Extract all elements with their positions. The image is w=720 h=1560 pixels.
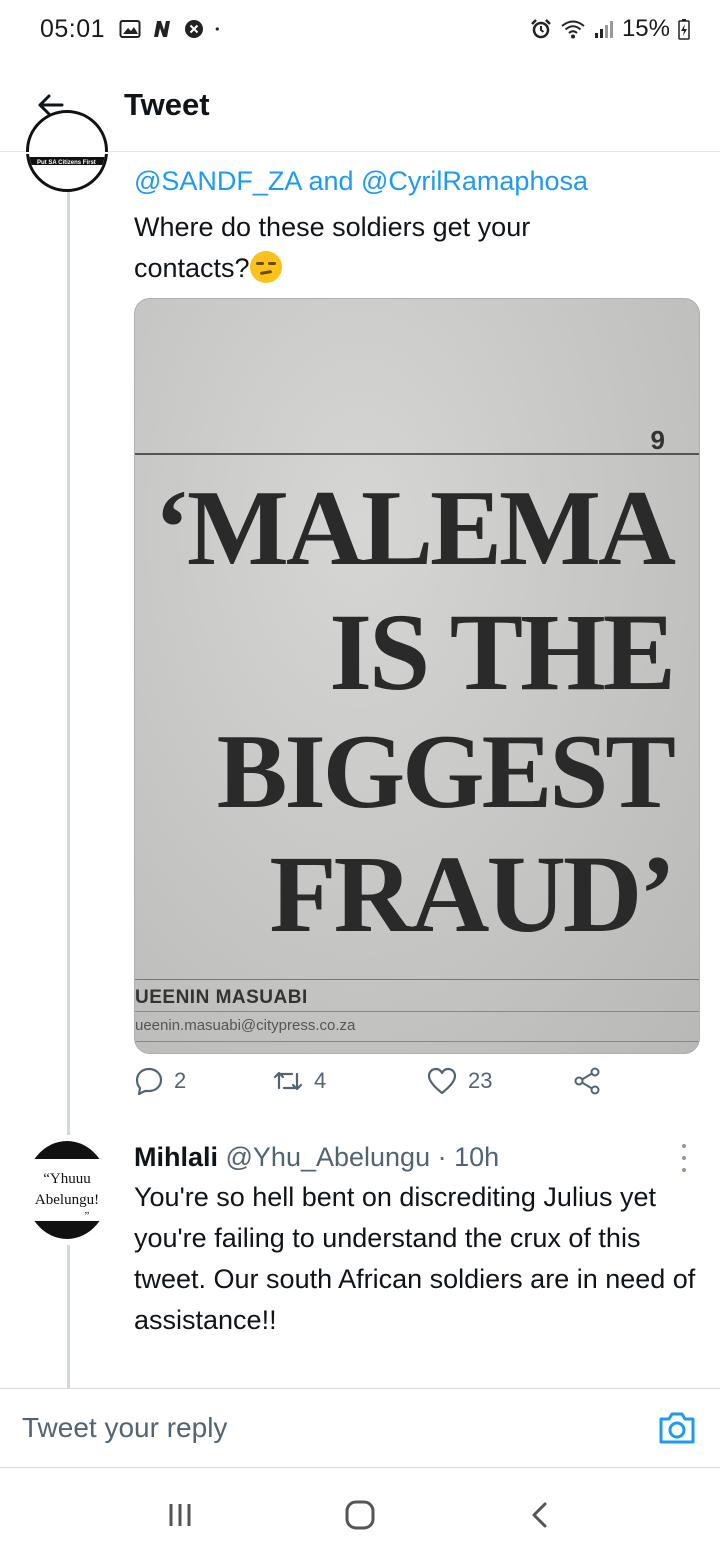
image-byline: UEENIN MASUABI <box>135 987 308 1008</box>
tweet-actions: 2 4 23 <box>134 1066 700 1110</box>
system-nav-bar <box>0 1470 720 1560</box>
image-headline-line: IS THE <box>329 591 676 713</box>
thread-line-bottom <box>67 1245 70 1388</box>
back-icon <box>532 1502 547 1528</box>
reply-header: Mihlali @Yhu_Abelungu · 10h <box>134 1138 499 1176</box>
thread-line-top <box>67 185 70 1135</box>
recent-apps-button[interactable] <box>150 1485 210 1545</box>
image-headline-line: FRAUD’ <box>269 833 676 955</box>
wifi-icon <box>561 20 585 39</box>
image-headline-line: ‘MALEMA <box>154 469 676 588</box>
mention-line: @SANDF_ZA and @CyrilRamaphosa <box>134 161 588 202</box>
status-bar: 05:01 15% <box>0 0 720 58</box>
avatar-text: Put SA Citizens First <box>37 160 96 166</box>
battery-charging-icon <box>678 19 690 40</box>
reply-icon <box>135 1067 163 1096</box>
avatar-cap-bottom <box>25 1221 109 1239</box>
reply-handle-time[interactable]: @Yhu_Abelungu · 10h <box>218 1142 500 1172</box>
recent-apps-icon <box>169 1504 191 1526</box>
image-rule <box>135 1011 699 1012</box>
page-title: Tweet <box>124 86 210 122</box>
app-bar-cover <box>0 152 720 154</box>
smirk-emoji-icon <box>249 251 282 283</box>
reply-input[interactable] <box>22 1412 656 1444</box>
camera-button[interactable] <box>656 1407 698 1449</box>
signal-icon <box>594 21 613 38</box>
avatar-cap-top <box>25 1141 109 1159</box>
reply-author-name[interactable]: Mihlali <box>134 1142 218 1172</box>
home-icon <box>345 1500 375 1530</box>
system-back-button[interactable] <box>510 1485 570 1545</box>
tweet-image[interactable]: 9 ‘MALEMA IS THE BIGGEST FRAUD’ UEENIN M… <box>134 298 700 1054</box>
home-button[interactable] <box>330 1485 390 1545</box>
status-left-icons <box>119 18 225 40</box>
like-count: 23 <box>468 1068 493 1093</box>
n-icon <box>154 21 171 37</box>
share-icon <box>574 1067 600 1095</box>
image-page-number: 9 <box>650 425 665 455</box>
avatar-text: “Yhuuu Abelungu! ” <box>25 1169 109 1222</box>
reply-composer <box>0 1388 720 1468</box>
avatar-text-line: ” <box>84 1210 90 1222</box>
dot-icon <box>215 27 219 31</box>
avatar[interactable]: Put SA Citizens First <box>26 110 108 192</box>
reply-avatar[interactable]: “Yhuuu Abelungu! ” <box>25 1141 109 1239</box>
avatar-text-line: Abelungu! <box>34 1192 100 1208</box>
tweet-body: Where do these soldiers get your contact… <box>134 207 614 289</box>
reply-button[interactable]: 2 <box>134 1066 186 1096</box>
status-right: 15% <box>530 15 690 43</box>
retweet-button[interactable]: 4 <box>272 1066 326 1096</box>
image-rule <box>135 1041 699 1042</box>
image-rule <box>135 979 699 980</box>
alarm-icon <box>531 19 551 39</box>
share-button[interactable] <box>572 1066 602 1096</box>
close-circle-icon <box>185 20 204 38</box>
mention-link[interactable]: @CyrilRamaphosa <box>361 166 588 196</box>
avatar-text-line: “Yhuuu <box>43 1171 91 1187</box>
retweet-count: 4 <box>314 1068 327 1093</box>
mention-joiner: and <box>300 166 362 196</box>
battery-text: 15% <box>621 15 670 42</box>
status-time: 05:01 <box>40 14 106 43</box>
gallery-icon <box>119 20 141 38</box>
camera-icon <box>659 1412 695 1444</box>
more-options-icon[interactable] <box>676 1144 692 1172</box>
app-bar: Tweet <box>0 58 720 152</box>
image-rule <box>135 453 699 455</box>
like-button[interactable]: 23 <box>426 1066 492 1096</box>
heart-icon <box>427 1067 457 1095</box>
retweet-icon <box>273 1071 303 1091</box>
reply-text: You're so hell bent on discrediting Juli… <box>134 1182 696 1335</box>
reply-count: 2 <box>174 1068 187 1093</box>
tweet-text: Where do these soldiers get your contact… <box>134 212 531 283</box>
mention-link[interactable]: @SANDF_ZA <box>134 166 301 196</box>
image-headline-line: BIGGEST <box>216 713 676 830</box>
image-byline-email: ueenin.masuabi@citypress.co.za <box>135 1017 356 1034</box>
